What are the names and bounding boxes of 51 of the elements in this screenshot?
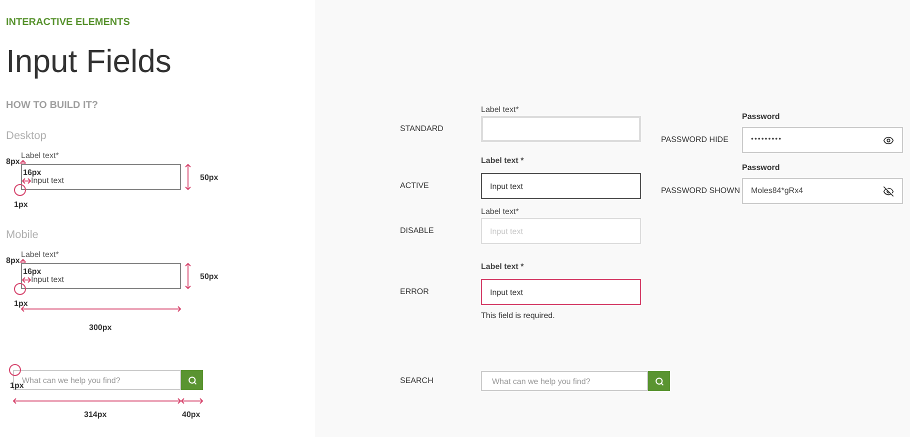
input-field[interactable]: Input text — [481, 279, 641, 305]
field-label: Password — [742, 162, 781, 174]
field-label: Label text* — [21, 250, 60, 260]
search-button[interactable] — [181, 370, 203, 390]
password-text: Moles84*gRx4 — [751, 185, 804, 197]
dimension-label: 8px — [6, 157, 20, 167]
field-label: Label text* — [481, 104, 520, 116]
dimension-label: 16px — [23, 267, 42, 276]
search-field[interactable]: What can we help you find? — [481, 371, 648, 391]
state-name: STANDARD — [400, 123, 444, 135]
height-arrow — [185, 263, 191, 289]
section-subheading: Mobile — [6, 228, 40, 242]
eye-slash-icon[interactable] — [883, 186, 894, 196]
input-field[interactable]: Input text — [481, 173, 641, 199]
state-name: PASSWORD HIDE — [661, 134, 730, 146]
field-label: Label text* — [21, 151, 60, 161]
state-name: ACTIVE — [400, 180, 430, 192]
section-subheading: Desktop — [6, 129, 48, 143]
eye-icon[interactable] — [883, 134, 894, 146]
search-icon — [654, 376, 664, 386]
page-title: Input Fields — [6, 43, 172, 79]
dimension-label: 8px — [6, 256, 20, 266]
section-heading: HOW TO BUILD IT? — [6, 100, 100, 112]
input-text: Input text — [31, 176, 64, 186]
padding-arrow — [22, 178, 31, 184]
state-name: SEARCH — [400, 375, 434, 387]
search-icon — [188, 376, 196, 384]
padding-arrow — [22, 277, 31, 283]
dimension-label: 16px — [23, 168, 42, 178]
state-name: ERROR — [400, 286, 430, 298]
search-button[interactable] — [648, 371, 670, 391]
eyebrow-heading: INTERACTIVE ELEMENTS — [6, 17, 131, 29]
dimension-label: 40px — [182, 410, 200, 420]
dimension-label: 1px — [14, 200, 28, 210]
dimension-label: 300px — [89, 323, 112, 333]
dimension-label: 1px — [14, 299, 28, 309]
field-label: Label text* — [481, 206, 520, 218]
state-name: DISABLE — [400, 225, 435, 237]
dimension-label: 314px — [84, 410, 107, 420]
state-name: PASSWORD SHOWN — [661, 185, 741, 197]
input-text: Input text — [31, 275, 64, 285]
field-label: Password — [742, 111, 781, 123]
field-label: Label text * — [481, 155, 525, 167]
error-message: This field is required. — [481, 311, 556, 321]
height-arrow — [185, 164, 191, 190]
dimension-label: 50px — [200, 272, 218, 282]
dimension-label: 50px — [200, 173, 218, 183]
dimension-label: 1px — [10, 381, 24, 391]
password-field[interactable]: Moles84*gRx4 — [742, 178, 903, 204]
input-field[interactable] — [481, 116, 641, 142]
field-label: Label text * — [481, 261, 525, 273]
